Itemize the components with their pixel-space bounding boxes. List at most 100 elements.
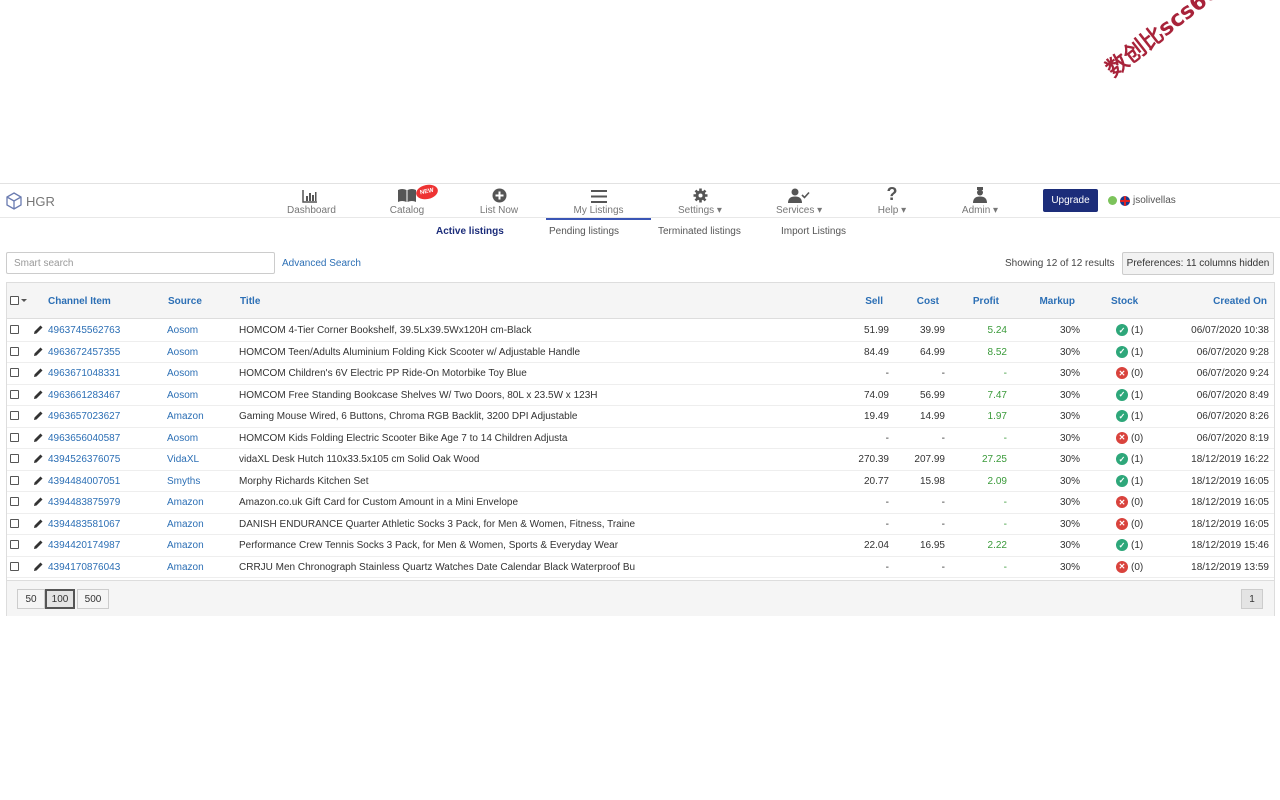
col-source[interactable]: Source bbox=[168, 296, 202, 307]
channel-item-link[interactable]: 4963745562763 bbox=[48, 325, 120, 336]
profit-value: 5.24 bbox=[987, 325, 1007, 336]
tab-terminated-listings[interactable]: Terminated listings bbox=[658, 226, 741, 237]
edit-pencil-icon[interactable] bbox=[33, 389, 44, 400]
col-cost[interactable]: Cost bbox=[899, 296, 939, 307]
source-link[interactable]: Amazon bbox=[167, 411, 204, 422]
row-checkbox[interactable] bbox=[10, 497, 19, 506]
source-link[interactable]: Aosom bbox=[167, 325, 198, 336]
source-link[interactable]: VidaXL bbox=[167, 454, 199, 465]
brand-logo[interactable]: HGR bbox=[5, 192, 55, 210]
page-size-100[interactable]: 100 bbox=[45, 589, 75, 609]
nav-list-now[interactable]: List Now bbox=[479, 186, 519, 217]
channel-item-link[interactable]: 4963671048331 bbox=[48, 368, 120, 379]
col-stock[interactable]: Stock bbox=[1111, 296, 1138, 307]
col-profit[interactable]: Profit bbox=[959, 296, 999, 307]
chevron-down-icon: ▾ bbox=[814, 205, 823, 216]
nav-dashboard[interactable]: Dashboard bbox=[287, 186, 336, 217]
row-checkbox[interactable] bbox=[10, 325, 19, 334]
nav-admin[interactable]: Admin ▾ bbox=[960, 186, 1000, 217]
channel-item-link[interactable]: 4394483875979 bbox=[48, 497, 120, 508]
channel-item-link[interactable]: 4394170876043 bbox=[48, 562, 120, 573]
col-channel-item[interactable]: Channel Item bbox=[48, 296, 111, 307]
stock-count: (1) bbox=[1131, 346, 1144, 358]
page-number[interactable]: 1 bbox=[1241, 589, 1263, 609]
smart-search-input[interactable] bbox=[6, 252, 275, 274]
stock-count: (1) bbox=[1131, 411, 1144, 422]
row-checkbox[interactable] bbox=[10, 475, 19, 485]
plus-circle-icon bbox=[492, 188, 506, 203]
channel-item-link[interactable]: 4394526376075 bbox=[48, 454, 120, 465]
channel-item-link[interactable]: 4394484007051 bbox=[48, 476, 120, 487]
source-link[interactable]: Amazon bbox=[167, 562, 204, 573]
nav-settings-label: Settings bbox=[678, 205, 715, 216]
edit-pencil-icon[interactable] bbox=[33, 410, 44, 421]
edit-pencil-icon[interactable] bbox=[33, 324, 44, 335]
stock-count: (0) bbox=[1131, 561, 1144, 573]
row-checkbox[interactable] bbox=[10, 540, 19, 549]
row-checkbox[interactable] bbox=[10, 389, 19, 399]
user-menu[interactable]: jsolivellas bbox=[1108, 195, 1176, 206]
stock-count: (0) bbox=[1131, 518, 1144, 530]
channel-item-link[interactable]: 4963661283467 bbox=[48, 390, 120, 401]
edit-pencil-icon[interactable] bbox=[33, 561, 44, 572]
edit-pencil-icon[interactable] bbox=[33, 475, 44, 486]
row-checkbox[interactable] bbox=[10, 561, 19, 571]
select-all-checkbox[interactable] bbox=[10, 296, 19, 305]
edit-pencil-icon[interactable] bbox=[33, 367, 44, 378]
source-link[interactable]: Amazon bbox=[167, 519, 204, 530]
row-checkbox[interactable] bbox=[10, 518, 19, 528]
tab-active-listings[interactable]: Active listings bbox=[436, 226, 504, 237]
sell-price: 51.99 bbox=[863, 325, 889, 336]
channel-item-link[interactable]: 4963672457355 bbox=[48, 347, 120, 358]
channel-item-link[interactable]: 4394420174987 bbox=[48, 540, 120, 551]
source-link[interactable]: Aosom bbox=[167, 433, 198, 444]
upgrade-button[interactable]: Upgrade bbox=[1043, 189, 1098, 212]
source-link[interactable]: Smyths bbox=[167, 476, 200, 487]
tab-import-listings[interactable]: Import Listings bbox=[781, 226, 846, 237]
stock-count: (0) bbox=[1131, 432, 1144, 444]
cost-price: - bbox=[941, 561, 945, 573]
row-checkbox[interactable] bbox=[10, 368, 19, 377]
edit-pencil-icon[interactable] bbox=[33, 496, 44, 507]
listing-title: Amazon.co.uk Gift Card for Custom Amount… bbox=[239, 497, 519, 508]
source-link[interactable]: Amazon bbox=[167, 497, 204, 508]
listing-title: Morphy Richards Kitchen Set bbox=[239, 475, 369, 487]
row-checkbox[interactable] bbox=[10, 411, 19, 420]
listings-subnav: Active listings Pending listings Termina… bbox=[0, 226, 1280, 238]
channel-item-link[interactable]: 4394483581067 bbox=[48, 519, 120, 530]
table-row: 4394483581067 Amazon DANISH ENDURANCE Quar… bbox=[7, 514, 1274, 535]
col-title[interactable]: Title bbox=[240, 296, 260, 307]
source-link[interactable]: Amazon bbox=[167, 540, 204, 551]
book-icon bbox=[398, 189, 416, 202]
nav-help[interactable]: ? Help ▾ bbox=[877, 185, 907, 217]
col-sell[interactable]: Sell bbox=[843, 296, 883, 307]
page-size-50[interactable]: 50 bbox=[17, 589, 45, 609]
edit-pencil-icon[interactable] bbox=[33, 432, 44, 443]
username: jsolivellas bbox=[1133, 195, 1176, 206]
channel-item-link[interactable]: 4963657023627 bbox=[48, 411, 120, 422]
tab-pending-listings[interactable]: Pending listings bbox=[549, 226, 619, 237]
cost-price: 16.95 bbox=[919, 540, 945, 551]
source-link[interactable]: Aosom bbox=[167, 368, 198, 379]
row-checkbox[interactable] bbox=[10, 454, 19, 463]
nav-catalog[interactable]: Catalog NEW bbox=[388, 182, 440, 217]
row-checkbox[interactable] bbox=[10, 346, 19, 356]
nav-settings[interactable]: Settings ▾ bbox=[678, 186, 722, 217]
preferences-button[interactable]: Preferences: 11 columns hidden bbox=[1122, 252, 1274, 275]
x-circle-icon: ✕ bbox=[1116, 367, 1128, 379]
source-link[interactable]: Aosom bbox=[167, 390, 198, 401]
edit-pencil-icon[interactable] bbox=[33, 346, 44, 357]
row-checkbox[interactable] bbox=[10, 432, 19, 442]
edit-pencil-icon[interactable] bbox=[33, 453, 44, 464]
nav-my-listings[interactable]: My Listings bbox=[546, 186, 651, 220]
nav-services[interactable]: Services ▾ bbox=[776, 186, 822, 217]
edit-pencil-icon[interactable] bbox=[33, 518, 44, 529]
col-created-on[interactable]: Created On bbox=[1187, 296, 1267, 307]
source-link[interactable]: Aosom bbox=[167, 347, 198, 358]
channel-item-link[interactable]: 4963656040587 bbox=[48, 433, 120, 444]
advanced-search-link[interactable]: Advanced Search bbox=[282, 258, 361, 269]
col-markup[interactable]: Markup bbox=[1035, 296, 1075, 307]
page-size-500[interactable]: 500 bbox=[77, 589, 109, 609]
edit-pencil-icon[interactable] bbox=[33, 539, 44, 550]
select-dropdown-caret-icon[interactable] bbox=[21, 299, 27, 302]
